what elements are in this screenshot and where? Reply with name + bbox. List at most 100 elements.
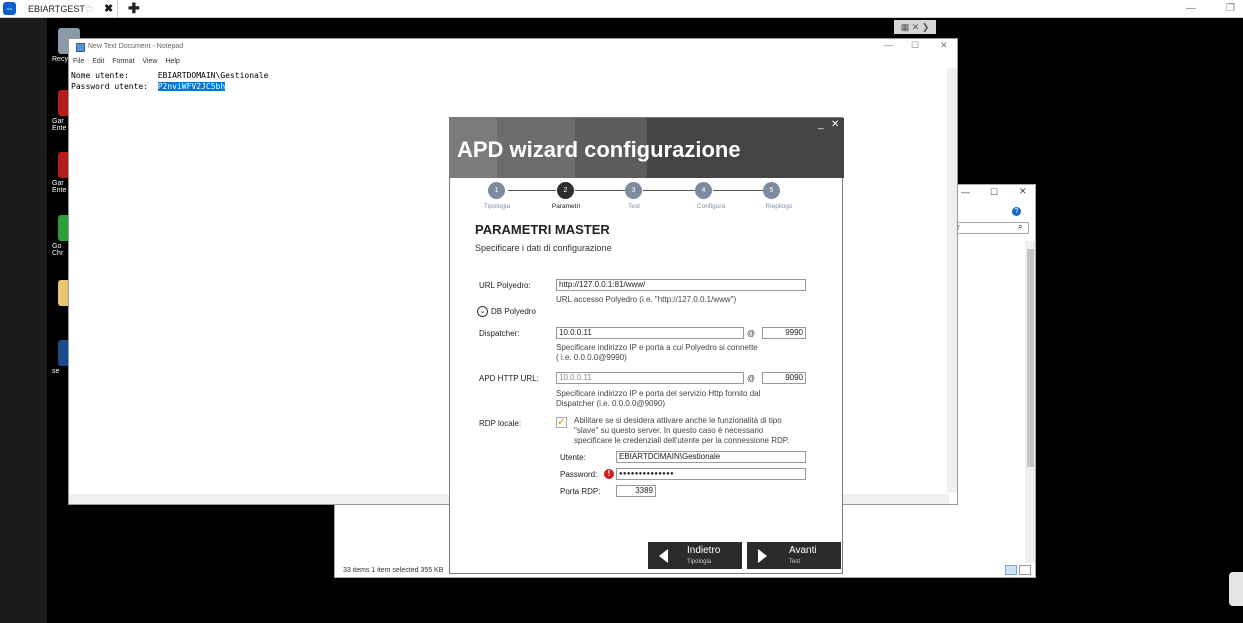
- rdp-locale-label: RDP locale:: [479, 419, 522, 428]
- desktop-shortcut-label: Go Chr: [52, 243, 64, 257]
- back-button[interactable]: Indietro Tipologia: [648, 542, 742, 569]
- porta-rdp-input[interactable]: 3389: [616, 485, 656, 497]
- stepper-connector: [508, 190, 556, 191]
- next-button[interactable]: Avanti Test: [747, 542, 841, 569]
- restore-icon[interactable]: ❐: [1226, 0, 1235, 18]
- wizard-header: APD wizard configurazione _ ✕: [450, 118, 844, 178]
- back-button-label: Indietro: [687, 545, 721, 556]
- new-tab-icon[interactable]: ✚: [128, 0, 140, 17]
- apd-at-sign: @: [747, 374, 756, 383]
- stepper-connector: [713, 190, 763, 191]
- notepad-icon: [76, 43, 85, 52]
- expand-chevron-icon[interactable]: ⌄: [477, 306, 488, 317]
- utente-label: Utente:: [560, 453, 586, 462]
- wizard-minimize-icon[interactable]: _: [818, 119, 824, 130]
- favorite-star-icon[interactable]: ☆: [84, 0, 95, 18]
- dispatcher-ip-input[interactable]: 10.0.0.11: [556, 327, 744, 339]
- step-5-label: Riepilogo: [765, 203, 793, 210]
- db-polyedro-toggle[interactable]: DB Polyedro: [491, 307, 536, 316]
- apd-http-url-label: APD HTTP URL:: [479, 374, 539, 383]
- arrow-left-icon: [659, 549, 668, 563]
- menu-format[interactable]: Format: [112, 58, 134, 65]
- left-panel: [0, 18, 47, 623]
- minimize-icon[interactable]: —: [1186, 0, 1196, 18]
- apd-help-1: Specificare indirizzo IP e porta del ser…: [556, 389, 761, 398]
- teamviewer-tab-bar: ⇔ EBIARTGEST ☆ ✖ ✚ — ❐: [0, 0, 1243, 18]
- explorer-maximize-icon[interactable]: ☐: [990, 187, 998, 198]
- utente-input[interactable]: EBIARTDOMAIN\Gestionale: [616, 451, 806, 463]
- url-polyedro-label: URL Polyedro:: [479, 281, 531, 290]
- session-tab-label: EBIARTGEST: [28, 4, 85, 14]
- desktop-shortcut-label: Gar Ente: [52, 180, 67, 194]
- password-error-icon: !: [604, 469, 614, 479]
- menu-view[interactable]: View: [142, 58, 157, 65]
- notepad-close-icon[interactable]: ✕: [940, 40, 948, 51]
- url-polyedro-help: URL accesso Polyedro (i.e. "http://127.0…: [556, 295, 737, 304]
- apd-wizard-dialog: APD wizard configurazione _ ✕ 1 2 3 4 5 …: [449, 117, 844, 574]
- step-3-label: Test: [628, 203, 640, 210]
- explorer-status-bar: 33 items 1 item selected 355 KB: [343, 567, 444, 574]
- dispatcher-help-1: Specificare indirizzo IP e porta a cui P…: [556, 343, 758, 352]
- step-1-label: Tipologia: [483, 203, 511, 210]
- password-label: Password:: [560, 470, 598, 479]
- teamviewer-side-handle[interactable]: [1229, 572, 1243, 606]
- username-label: Nome utente:: [71, 71, 158, 80]
- next-button-label: Avanti: [789, 545, 817, 556]
- rdp-help-1: Abilitare se si desidera attivare anche …: [574, 416, 782, 425]
- page-subtitle: Specificare i dati di configurazione: [475, 243, 612, 253]
- porta-rdp-label: Porta RDP:: [560, 487, 601, 496]
- menu-file[interactable]: File: [73, 58, 84, 65]
- step-5-circle: 5: [763, 182, 780, 199]
- search-input[interactable]: ner: [947, 222, 1029, 234]
- username-value: EBIARTDOMAIN\Gestionale: [157, 71, 269, 80]
- page-title: PARAMETRI MASTER: [475, 222, 610, 237]
- notepad-maximize-icon[interactable]: ☐: [911, 40, 919, 51]
- details-view-icon[interactable]: [1005, 565, 1017, 575]
- search-icon[interactable]: ⌕: [1018, 222, 1022, 232]
- help-icon[interactable]: ?: [1012, 207, 1021, 216]
- stepper-connector: [575, 190, 625, 191]
- notepad-text-area[interactable]: Nome utente: EBIARTDOMAIN\Gestionale Pas…: [71, 70, 268, 92]
- step-4-label: Configura: [696, 203, 726, 210]
- step-2-circle: 2: [557, 182, 574, 199]
- desktop-shortcut-label: se: [52, 368, 60, 375]
- menu-edit[interactable]: Edit: [92, 58, 104, 65]
- password-label: Password utente:: [71, 82, 158, 91]
- remote-toolbar-toggle[interactable]: ▦ ✕ ❯: [894, 20, 936, 34]
- dispatcher-help-2: ( i.e. 0.0.0.0@9990): [556, 353, 627, 362]
- menu-help[interactable]: Help: [165, 58, 179, 65]
- step-2-label: Parametri: [551, 203, 581, 210]
- rdp-help-3: specificare le credenziali dell'utente p…: [574, 436, 790, 445]
- password-value-selected: P2nviWFV2JC5bh: [157, 82, 226, 91]
- notepad-menu-bar: File Edit Format View Help: [73, 58, 186, 65]
- notepad-title: New Text Document - Notepad: [88, 43, 184, 50]
- notepad-minimize-icon[interactable]: —: [884, 40, 893, 50]
- wizard-close-icon[interactable]: ✕: [831, 119, 839, 130]
- password-input[interactable]: ●●●●●●●●●●●●●●: [616, 468, 806, 480]
- desktop-shortcut-label: Gar Ente: [52, 118, 67, 132]
- apd-http-ip-input[interactable]: 10.0.0.11: [556, 372, 744, 384]
- step-1-circle: 1: [488, 182, 505, 199]
- step-3-circle: 3: [625, 182, 642, 199]
- explorer-minimize-icon[interactable]: —: [961, 187, 970, 197]
- explorer-close-icon[interactable]: ✕: [1019, 186, 1027, 197]
- close-tab-icon[interactable]: ✖: [104, 0, 113, 18]
- desktop-shortcut-label: Recy: [52, 56, 68, 63]
- dispatcher-label: Dispatcher:: [479, 329, 520, 338]
- explorer-scroll-thumb[interactable]: [1027, 249, 1034, 467]
- dispatcher-at-sign: @: [747, 329, 756, 338]
- arrow-right-icon: [758, 549, 767, 563]
- url-polyedro-input[interactable]: http://127.0.0.1:81/www/: [556, 279, 806, 291]
- large-icons-view-icon[interactable]: [1019, 565, 1031, 575]
- dispatcher-port-input[interactable]: 9990: [762, 327, 806, 339]
- rdp-help-2: "slave" su questo server. In questo caso…: [574, 426, 764, 435]
- back-button-sublabel: Tipologia: [687, 559, 712, 565]
- apd-http-port-input[interactable]: 9090: [762, 372, 806, 384]
- rdp-locale-checkbox[interactable]: ✓: [556, 417, 567, 428]
- notepad-vertical-scrollbar[interactable]: [947, 68, 957, 493]
- next-button-sublabel: Test: [789, 559, 801, 565]
- stepper-connector: [643, 190, 695, 191]
- step-4-circle: 4: [695, 182, 712, 199]
- apd-help-2: Dispatcher (i.e. 0.0.0.0@9090): [556, 399, 666, 408]
- teamviewer-logo-icon: ⇔: [3, 2, 16, 15]
